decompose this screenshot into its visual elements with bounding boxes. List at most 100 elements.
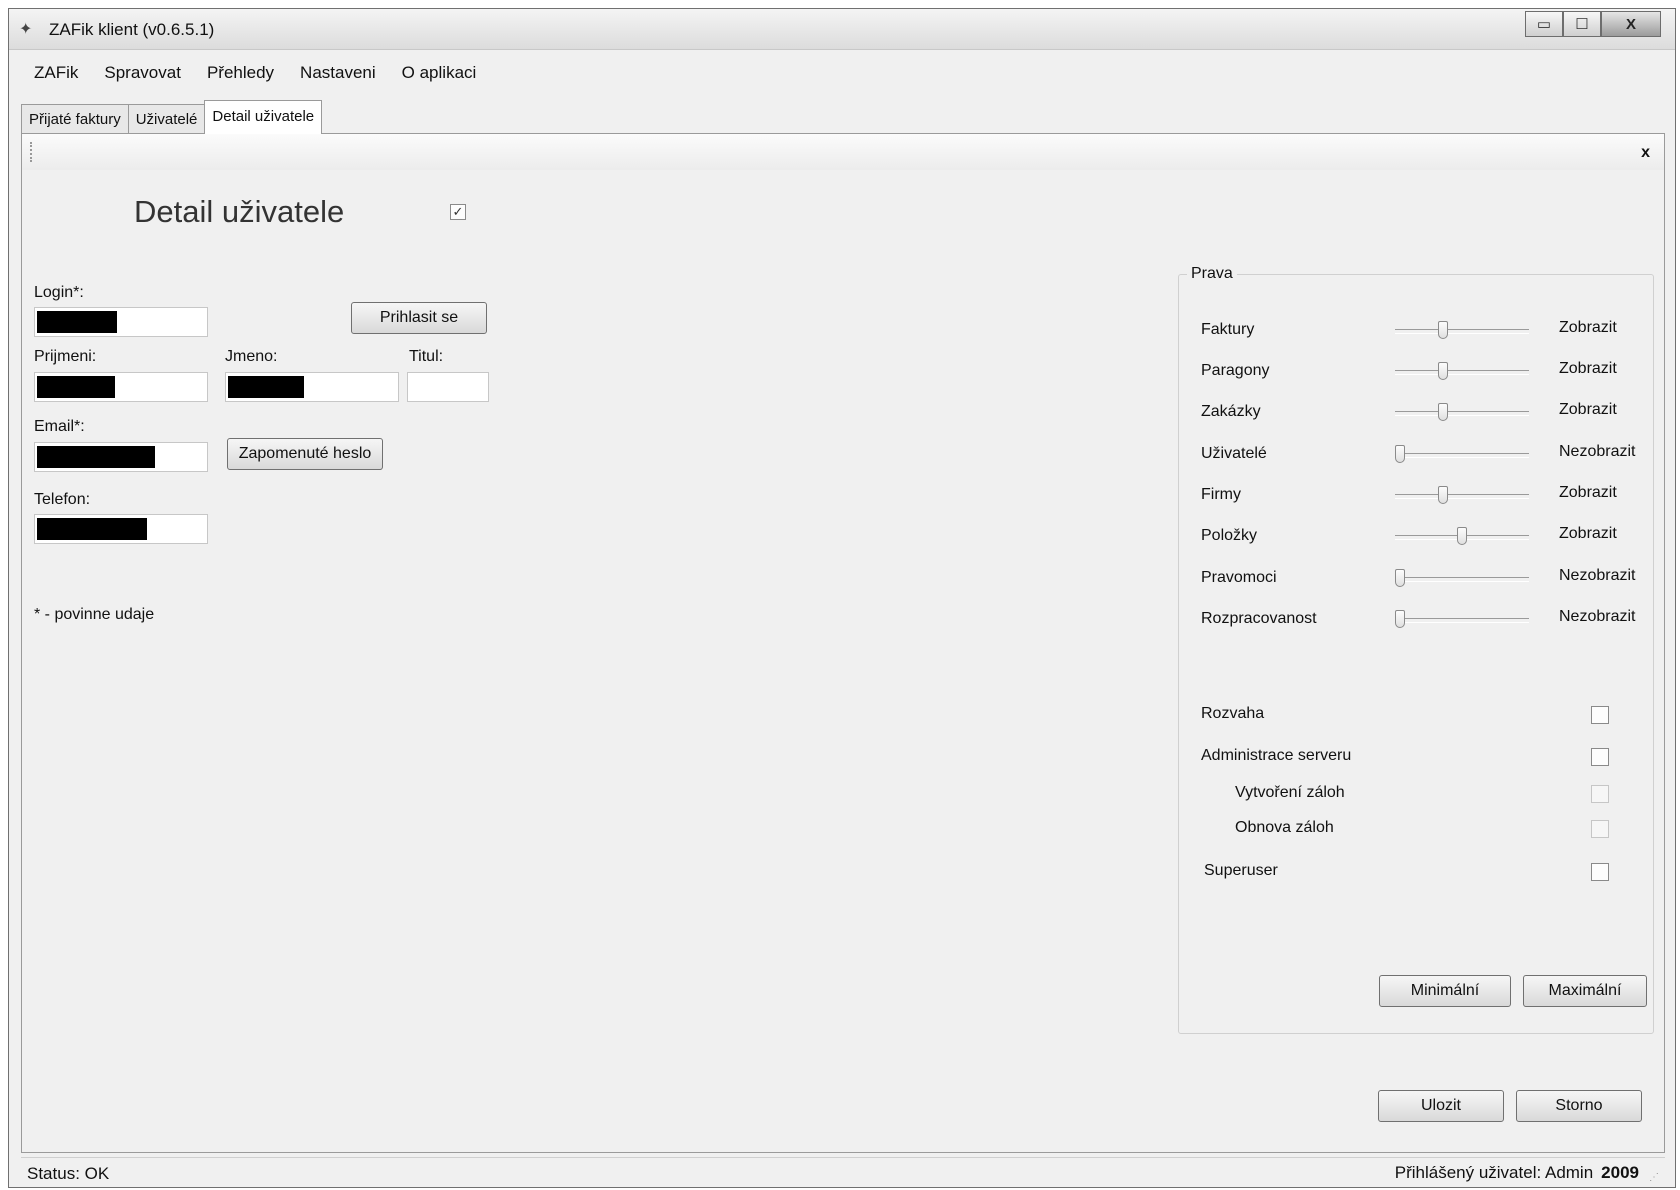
right-label: Položky	[1201, 527, 1258, 544]
save-button[interactable]: Ulozit	[1378, 1090, 1504, 1122]
logged-user-label: Přihlášený uživatel: Admin	[1394, 1163, 1594, 1182]
superuser-checkbox[interactable]	[1591, 863, 1609, 881]
login-field[interactable]	[34, 307, 208, 337]
right-slider[interactable]	[1395, 362, 1529, 380]
menu-bar: ZAFik Spravovat Přehledy Nastaveni O apl…	[21, 59, 489, 89]
redacted-value	[37, 446, 155, 468]
surname-field[interactable]	[34, 372, 208, 402]
title-bar[interactable]: ✦ ZAFik klient (v0.6.5.1) ▭ ☐ X	[9, 9, 1675, 50]
right-slider[interactable]	[1395, 486, 1529, 504]
right-slider[interactable]	[1395, 569, 1529, 587]
slider-thumb[interactable]	[1395, 445, 1405, 463]
tab-content: x Detail uživatele ✓ Login*: Prihlasit s…	[21, 133, 1665, 1153]
slider-thumb[interactable]	[1438, 403, 1449, 421]
right-value: Zobrazit	[1559, 360, 1617, 377]
right-row: Zakázky Zobrazit	[1201, 399, 1641, 429]
slider-thumb[interactable]	[1395, 610, 1405, 628]
right-row: Rozpracovanost Nezobrazit	[1201, 606, 1641, 636]
slider-thumb[interactable]	[1438, 486, 1449, 504]
rights-group: Prava Faktury Zobrazit Paragony Zobrazit…	[1178, 265, 1654, 1034]
right-value: Zobrazit	[1559, 525, 1617, 542]
right-slider[interactable]	[1395, 321, 1529, 339]
right-slider[interactable]	[1395, 403, 1529, 421]
window-title: ZAFik klient (v0.6.5.1)	[49, 20, 215, 39]
obnova-zaloh-checkbox[interactable]	[1591, 820, 1609, 838]
menu-zafik[interactable]: ZAFik	[21, 59, 91, 89]
right-row: Faktury Zobrazit	[1201, 317, 1641, 347]
login-button[interactable]: Prihlasit se	[351, 302, 487, 334]
cancel-button[interactable]: Storno	[1516, 1090, 1642, 1122]
menu-prehledy[interactable]: Přehledy	[194, 59, 287, 89]
phone-label: Telefon:	[34, 491, 91, 508]
minimize-button[interactable]: ▭	[1525, 11, 1563, 37]
size-grip-icon[interactable]: ⋰	[1649, 1172, 1661, 1184]
check-label: Administrace serveru	[1201, 747, 1352, 764]
right-label: Uživatelé	[1201, 445, 1267, 462]
close-button[interactable]: X	[1601, 11, 1661, 37]
forgot-password-button[interactable]: Zapomenuté heslo	[227, 438, 383, 470]
phone-field[interactable]	[34, 514, 208, 544]
close-tab-icon[interactable]: x	[1641, 144, 1650, 162]
right-row: Firmy Zobrazit	[1201, 482, 1641, 512]
check-row-superuser: Superuser	[1201, 859, 1621, 887]
tab-prijate-faktury[interactable]: Přijaté faktury	[21, 104, 129, 134]
check-row-administrace: Administrace serveru	[1201, 744, 1621, 772]
slider-thumb[interactable]	[1457, 527, 1467, 545]
required-note: * - povinne udaje	[34, 606, 155, 623]
app-icon: ✦	[19, 21, 33, 38]
right-slider[interactable]	[1395, 610, 1529, 628]
active-checkbox[interactable]: ✓	[450, 204, 466, 220]
check-label: Vytvoření záloh	[1235, 784, 1345, 801]
right-label: Paragony	[1201, 362, 1270, 379]
right-value: Nezobrazit	[1559, 608, 1636, 625]
tab-uzivatele[interactable]: Uživatelé	[127, 104, 206, 134]
menu-nastaveni[interactable]: Nastaveni	[287, 59, 389, 89]
check-label: Obnova záloh	[1235, 819, 1334, 836]
right-label: Pravomoci	[1201, 569, 1277, 586]
menu-o-aplikaci[interactable]: O aplikaci	[389, 59, 490, 89]
right-label: Firmy	[1201, 486, 1241, 503]
right-slider[interactable]	[1395, 527, 1529, 545]
minimal-rights-button[interactable]: Minimální	[1379, 975, 1511, 1007]
rozvaha-checkbox[interactable]	[1591, 706, 1609, 724]
maximize-icon: ☐	[1575, 16, 1589, 33]
window-controls: ▭ ☐ X	[1525, 11, 1661, 37]
right-value: Nezobrazit	[1559, 567, 1636, 584]
right-value: Nezobrazit	[1559, 443, 1636, 460]
right-label: Faktury	[1201, 321, 1255, 338]
tab-detail-uzivatele[interactable]: Detail uživatele	[204, 100, 323, 134]
check-icon: ✓	[452, 204, 464, 219]
redacted-value	[37, 518, 147, 540]
name-label: Jmeno:	[225, 348, 278, 365]
maximize-button[interactable]: ☐	[1563, 11, 1601, 37]
grip-icon[interactable]	[30, 142, 35, 162]
right-label: Zakázky	[1201, 403, 1261, 420]
check-row-obnova: Obnova záloh	[1201, 816, 1621, 844]
right-value: Zobrazit	[1559, 401, 1617, 418]
maximal-rights-button[interactable]: Maximální	[1523, 975, 1647, 1007]
vytvoreni-zaloh-checkbox[interactable]	[1591, 785, 1609, 803]
menu-spravovat[interactable]: Spravovat	[91, 59, 194, 89]
administrace-checkbox[interactable]	[1591, 748, 1609, 766]
right-row: Položky Zobrazit	[1201, 523, 1641, 553]
surname-label: Prijmeni:	[34, 348, 97, 365]
name-field[interactable]	[225, 372, 399, 402]
right-value: Zobrazit	[1559, 484, 1617, 501]
slider-thumb[interactable]	[1438, 321, 1449, 339]
redacted-value	[37, 376, 115, 398]
rights-title: Prava	[1187, 265, 1237, 283]
tab-strip: Přijaté faktury Uživatelé Detail uživate…	[21, 100, 323, 134]
redacted-value	[37, 311, 117, 333]
status-text: Status: OK	[27, 1164, 110, 1183]
right-slider[interactable]	[1395, 445, 1529, 463]
email-field[interactable]	[34, 442, 208, 472]
app-window: ✦ ZAFik klient (v0.6.5.1) ▭ ☐ X ZAFik Sp…	[8, 8, 1676, 1188]
slider-thumb[interactable]	[1438, 362, 1449, 380]
status-bar: Status: OK Přihlášený uživatel: Admin 200…	[21, 1157, 1665, 1188]
slider-thumb[interactable]	[1395, 569, 1405, 587]
right-label: Rozpracovanost	[1201, 610, 1317, 627]
right-row: Paragony Zobrazit	[1201, 358, 1641, 388]
right-row: Pravomoci Nezobrazit	[1201, 565, 1641, 595]
title-field[interactable]	[407, 372, 489, 402]
year-label: 2009	[1601, 1163, 1639, 1182]
